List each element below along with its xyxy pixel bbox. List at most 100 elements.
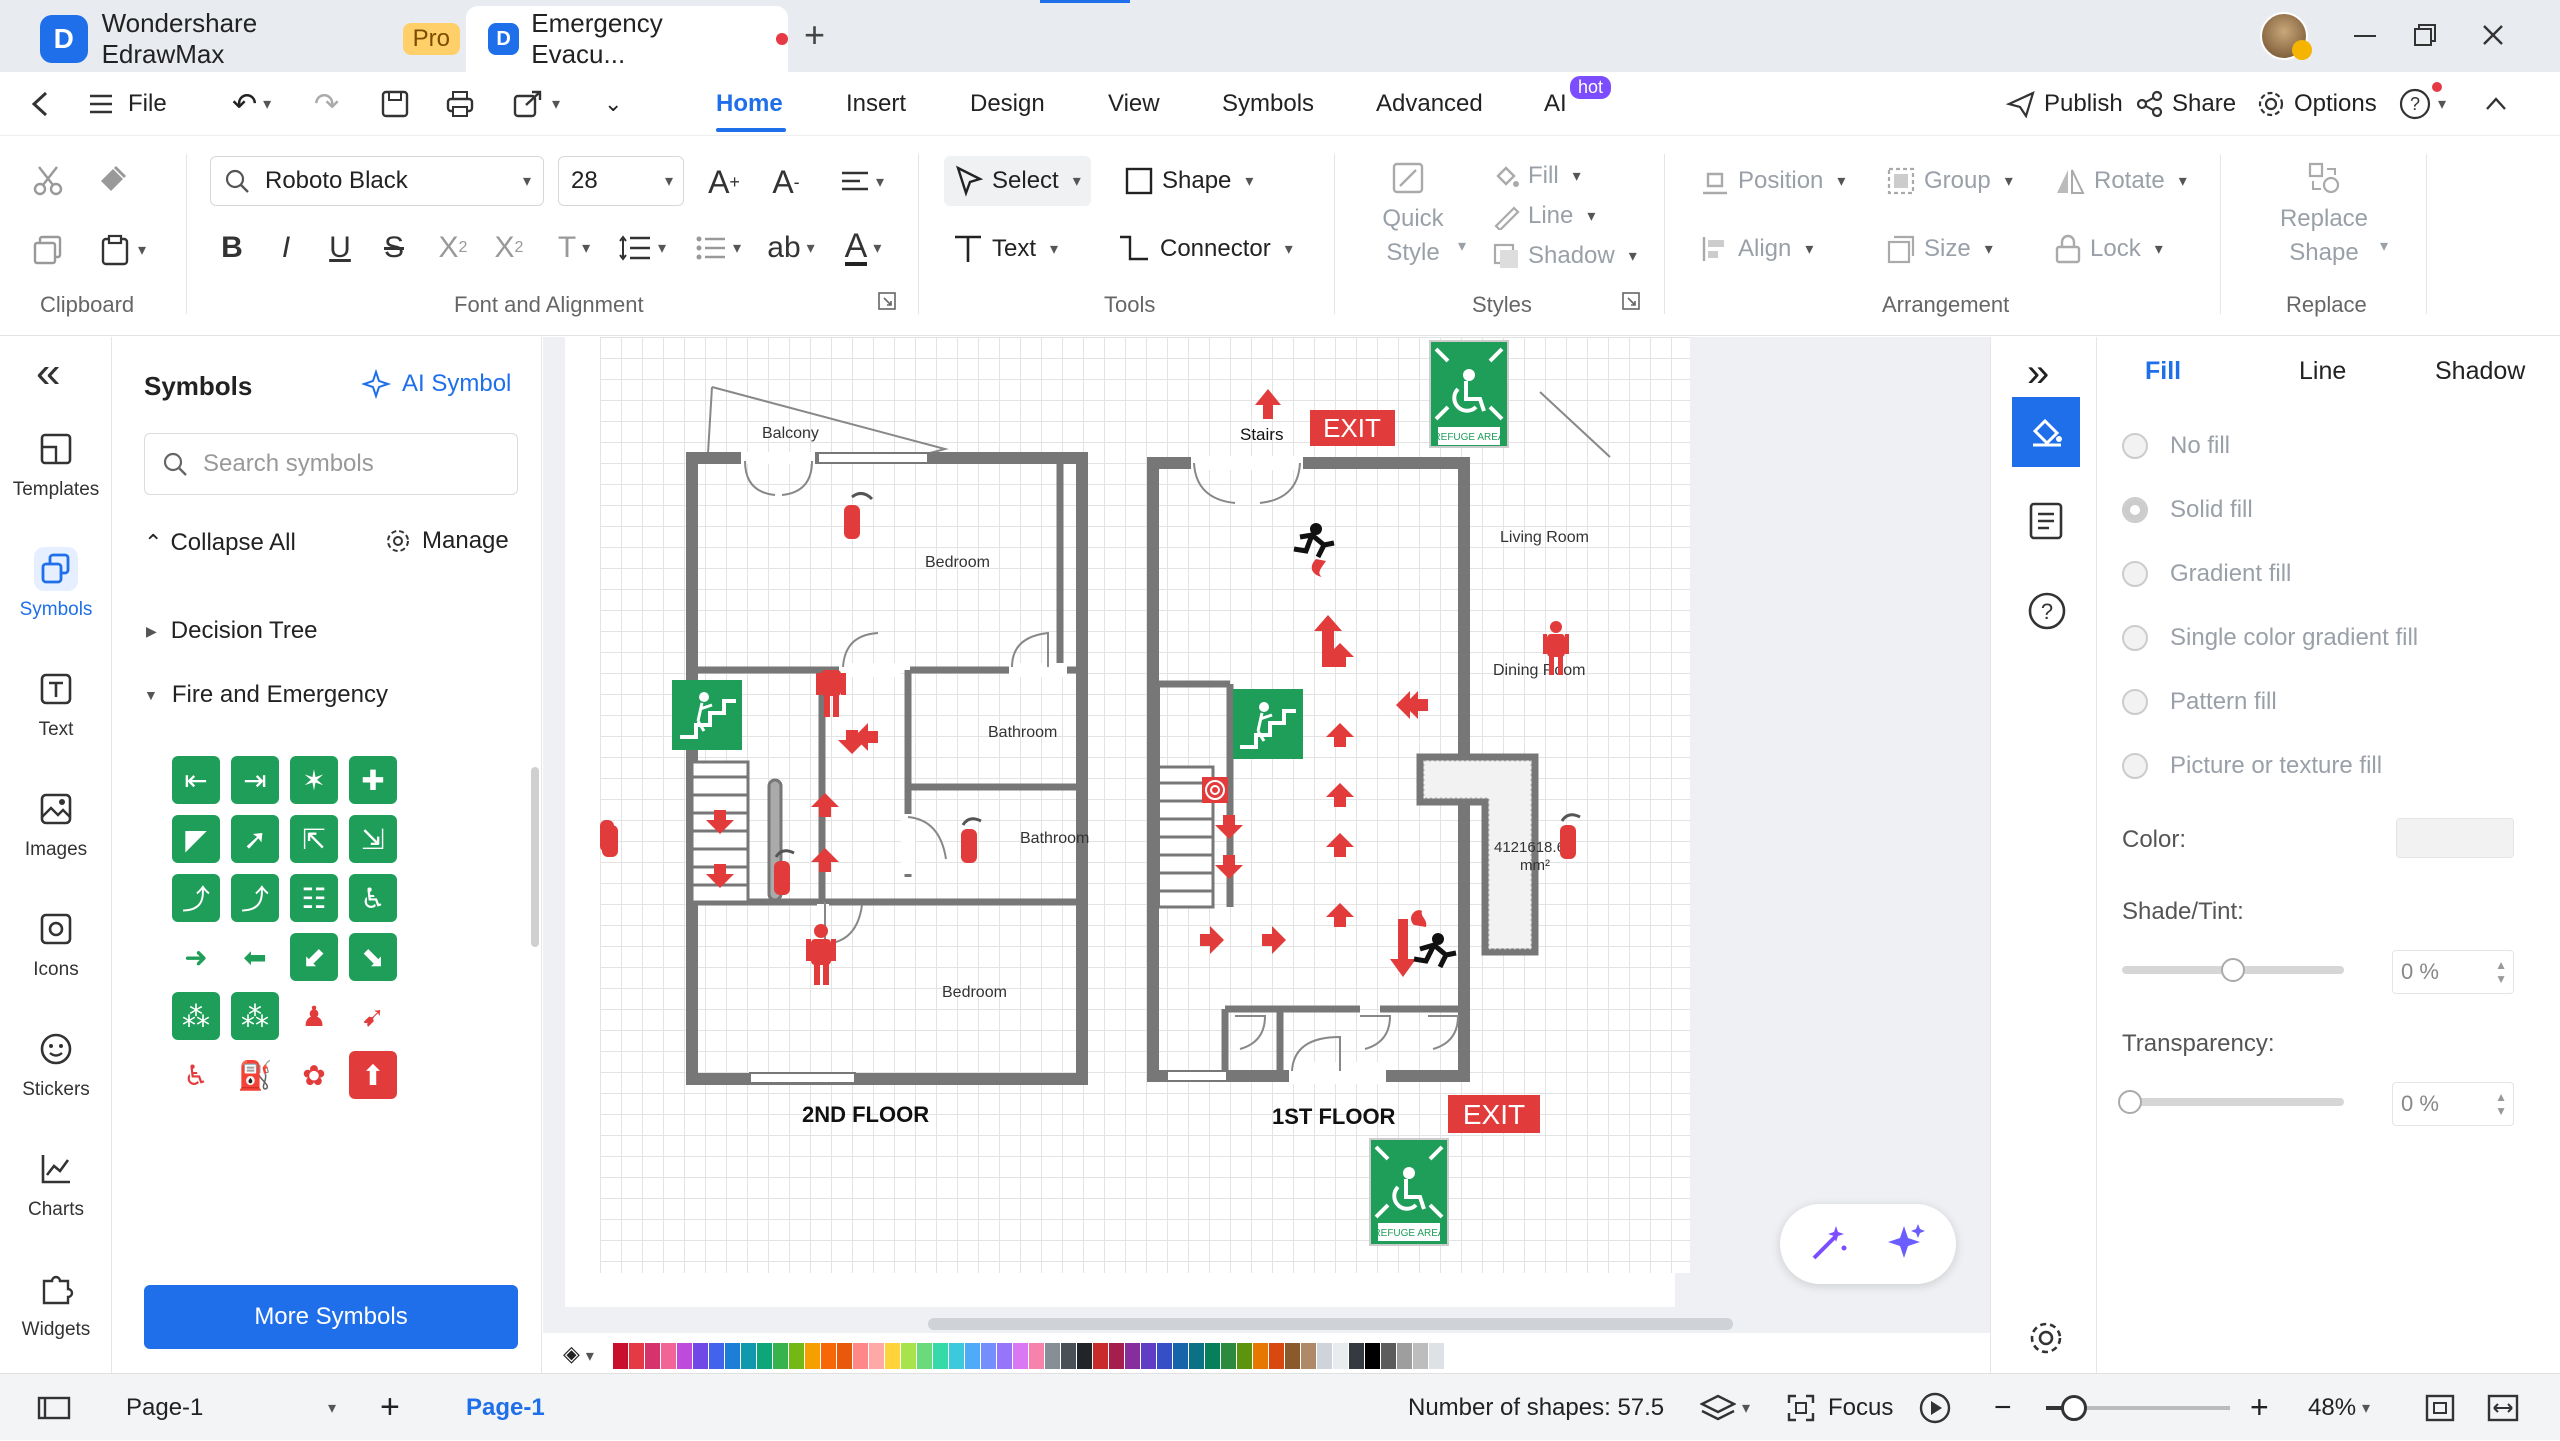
page-tab-active[interactable]: Page-1 (466, 1374, 545, 1441)
font-family-select[interactable]: Roboto Black ▾ (210, 156, 544, 206)
page-selector[interactable]: Page-1 ▾ (126, 1374, 336, 1441)
nav-text[interactable]: Text (0, 667, 112, 741)
replace-shape-caret-icon[interactable]: ▾ (2380, 236, 2388, 256)
nav-icons[interactable]: Icons (0, 907, 112, 981)
color-swatch[interactable] (645, 1343, 660, 1369)
color-swatch[interactable] (2396, 818, 2514, 858)
nav-widgets[interactable]: Widgets (0, 1267, 112, 1341)
color-swatch[interactable] (693, 1343, 708, 1369)
arrow-up-right-sign-icon[interactable]: ➚ (227, 811, 283, 867)
layers-icon[interactable]: ▾ (1700, 1374, 1750, 1441)
more-chevron-icon[interactable]: ⌄ (604, 72, 622, 136)
tab-advanced[interactable]: Advanced (1376, 72, 1483, 136)
color-swatch[interactable] (885, 1343, 900, 1369)
help-icon[interactable]: ? (2027, 591, 2067, 631)
nav-symbols[interactable]: Symbols (0, 547, 112, 621)
color-swatch[interactable] (949, 1343, 964, 1369)
color-swatch[interactable] (1301, 1343, 1316, 1369)
color-swatch[interactable] (1381, 1343, 1396, 1369)
exit-door-left-sign-icon[interactable]: ⇱ (286, 811, 342, 867)
line-button[interactable]: Line ▾ (1492, 196, 1595, 236)
color-swatch[interactable] (1237, 1343, 1252, 1369)
color-swatch[interactable] (1093, 1343, 1108, 1369)
styles-dialog-launcher-icon[interactable] (1616, 286, 1646, 316)
font-size-select[interactable]: 28 ▾ (558, 156, 684, 206)
color-swatch[interactable] (1077, 1343, 1092, 1369)
up-exit-arrow[interactable] (1255, 389, 1281, 419)
color-swatch[interactable] (613, 1343, 628, 1369)
running-person-icon[interactable] (1411, 910, 1457, 969)
paste-icon[interactable]: ▾ (92, 228, 152, 272)
fill-option-none[interactable]: No fill (2122, 432, 2230, 460)
group-button[interactable]: Group ▾ (1886, 156, 2013, 206)
magic-wand-icon[interactable] (1806, 1222, 1850, 1266)
transparency-slider[interactable] (2118, 1090, 2344, 1114)
color-swatch[interactable] (773, 1343, 788, 1369)
nav-stickers[interactable]: Stickers (0, 1027, 112, 1101)
tab-shadow[interactable]: Shadow (2435, 357, 2525, 386)
refuge-area-sign-icon[interactable]: ⁂ (227, 988, 283, 1044)
replace-shape-label[interactable]: Replace Shape (2272, 202, 2376, 270)
line-spacing-icon[interactable]: ▾ (612, 226, 672, 270)
color-swatch[interactable] (805, 1343, 820, 1369)
color-swatch[interactable] (1269, 1343, 1284, 1369)
minimize-icon[interactable] (2350, 20, 2380, 50)
increase-font-icon[interactable]: A + (702, 160, 746, 204)
format-painter-icon[interactable] (90, 158, 134, 202)
person-icon[interactable] (806, 924, 836, 985)
zoom-slider-thumb[interactable] (2060, 1395, 2087, 1421)
color-swatch[interactable] (853, 1343, 868, 1369)
tab-fill[interactable]: Fill (2145, 357, 2181, 386)
first-aid-sign-icon[interactable]: ✚ (345, 752, 401, 808)
exit-sign-top[interactable]: EXIT (1310, 410, 1395, 446)
extinguisher-sign-icon[interactable]: ⛽ (227, 1047, 283, 1103)
page-layout-icon[interactable] (36, 1374, 72, 1441)
color-swatch[interactable] (677, 1343, 692, 1369)
bold-icon[interactable]: B (210, 226, 254, 270)
color-swatch[interactable] (837, 1343, 852, 1369)
options-button[interactable]: Options (2256, 72, 2377, 136)
underline-icon[interactable]: U (318, 226, 362, 270)
tab-line[interactable]: Line (2299, 357, 2346, 386)
bullet-list-icon[interactable]: ▾ (688, 226, 748, 270)
text-tool-button[interactable]: Text ▾ (952, 224, 1058, 274)
replace-shape-icon[interactable] (2304, 158, 2344, 198)
decrease-font-icon[interactable]: A- (764, 160, 808, 204)
second-floor-walls[interactable] (686, 452, 1088, 1085)
full-screen-icon[interactable] (2486, 1374, 2520, 1441)
color-swatch[interactable] (725, 1343, 740, 1369)
color-swatch[interactable] (821, 1343, 836, 1369)
ai-sparkle-icon[interactable] (1884, 1222, 1928, 1266)
wheelchair-fire-sign-icon[interactable]: ♿ (168, 1047, 224, 1103)
fill-option-picture[interactable]: Picture or texture fill (2122, 752, 2382, 780)
ladder-sign-icon[interactable]: ☷ (286, 870, 342, 926)
connector-tool-button[interactable]: Connector ▾ (1116, 224, 1293, 274)
large-down-arrow[interactable] (1390, 919, 1416, 977)
new-tab-button[interactable]: + (804, 14, 825, 56)
collapse-ribbon-icon[interactable] (2484, 72, 2508, 136)
quick-style-icon[interactable] (1388, 158, 1428, 198)
arrow-left-sign-icon[interactable]: ⬅ (227, 929, 283, 985)
assembly-point-sign-icon[interactable]: ⁂ (168, 988, 224, 1044)
publish-button[interactable]: Publish (2006, 72, 2123, 136)
color-swatch[interactable] (933, 1343, 948, 1369)
shade-tint-input[interactable]: 0 % ▲ ▼ (2392, 950, 2514, 994)
size-button[interactable]: Size ▾ (1886, 224, 1993, 274)
fire-sign-icon[interactable]: ✿ (286, 1047, 342, 1103)
tab-design[interactable]: Design (970, 72, 1045, 136)
nav-charts[interactable]: Charts (0, 1147, 112, 1221)
balcony[interactable] (707, 386, 949, 454)
running-fire-sign-icon[interactable]: ➹ (345, 988, 401, 1044)
color-swatch[interactable] (1173, 1343, 1188, 1369)
italic-icon[interactable]: I (264, 226, 308, 270)
zoom-slider[interactable] (2046, 1395, 2230, 1421)
color-swatch[interactable] (1157, 1343, 1172, 1369)
redo-icon[interactable]: ↷ (314, 72, 339, 136)
stairs-down-sign-icon[interactable]: ⤴ (227, 870, 283, 926)
fill-option-gradient[interactable]: Gradient fill (2122, 560, 2291, 588)
arrow-right-sign-icon[interactable]: ➜ (168, 929, 224, 985)
color-swatch[interactable] (757, 1343, 772, 1369)
lock-button[interactable]: Lock ▾ (2054, 224, 2163, 274)
person-sign-icon[interactable]: ♟ (286, 988, 342, 1044)
superscript-icon[interactable]: X2 (428, 226, 478, 270)
